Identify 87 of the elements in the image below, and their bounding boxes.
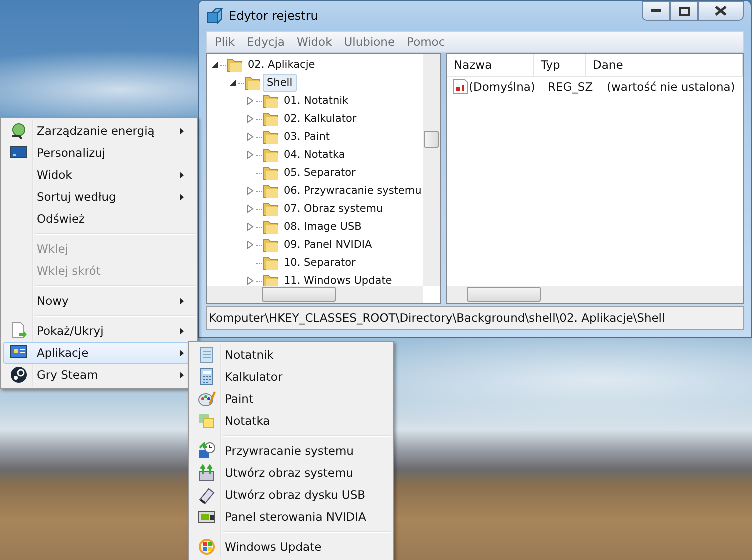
submenu-arrow-icon [180,372,184,378]
collapse-arrow-icon [211,61,219,69]
menu-item[interactable]: Odśwież [3,208,195,230]
folder-icon [263,129,279,145]
folder-icon [263,111,279,127]
menu-item[interactable]: Plik [215,35,235,49]
palette-icon [198,390,216,408]
tree-item[interactable]: 07. Obraz systemu [281,201,386,217]
menu-item[interactable]: Pokaż/Ukryj [3,320,195,342]
folder-icon [263,165,279,181]
value-name[interactable]: (Domyślna) [469,80,536,94]
folder-icon [263,201,279,217]
folder-icon [263,147,279,163]
menu-item[interactable]: Panel sterowania NVIDIA [191,506,391,528]
tree-item[interactable]: 06. Przywracanie systemu [281,183,425,199]
calculator-icon [198,368,216,386]
submenu-arrow-icon [180,128,184,134]
submenu-arrow-icon [180,194,184,200]
horizontal-scrollbar[interactable] [207,286,423,303]
folder-icon [263,219,279,235]
horizontal-scrollbar[interactable] [447,286,743,303]
folder-icon [245,75,261,91]
column-header[interactable]: Typ [534,54,586,76]
expand-arrow-icon [247,97,255,105]
menu-item[interactable]: Ulubione [344,35,396,49]
clock-restore-icon [198,442,216,460]
minimize-button[interactable] [642,1,670,21]
menu-item[interactable]: Notatka [191,410,391,432]
tree-item[interactable]: 08. Image USB [281,219,365,235]
notepad-icon [198,346,216,364]
document-arrow-icon [10,322,28,340]
menu-item[interactable]: Pomoc [407,35,446,49]
tree-item[interactable]: 10. Separator [281,255,359,271]
menu-item[interactable]: Sortuj według [3,186,195,208]
tree-item[interactable]: 04. Notatka [281,147,348,163]
folder-icon [263,93,279,109]
value-data: (wartość nie ustalona) [606,80,736,94]
submenu-arrow-icon [180,350,184,356]
menu-item[interactable]: Windows Update [191,536,391,558]
expand-arrow-icon [247,187,255,195]
vertical-scrollbar[interactable] [423,54,440,286]
value-type: REG_SZ [547,80,594,94]
tree-item[interactable]: 11. Windows Update [281,273,396,289]
close-icon [715,6,727,16]
expand-arrow-icon [247,205,255,213]
menu-item[interactable]: Widok [296,35,332,49]
folder-icon [263,255,279,271]
expand-arrow-icon [247,115,255,123]
maximize-button[interactable] [670,1,698,21]
tree-item[interactable]: 03. Paint [281,129,334,145]
menu-item[interactable]: Utwórz obraz systemu [191,462,391,484]
menu-item[interactable]: Paint [191,388,391,410]
menu-item[interactable]: Nowy [3,290,195,312]
folder-icon [263,237,279,253]
tree-item[interactable]: 02. Kalkulator [281,111,360,127]
expand-arrow-icon [247,223,255,231]
column-header[interactable]: Dane [586,54,743,76]
tree-item[interactable]: Shell [263,74,297,92]
tree-item[interactable]: 05. Separator [281,165,359,181]
close-button[interactable] [698,1,744,21]
sticky-note-icon [198,412,216,430]
expand-arrow-icon [247,241,255,249]
menu-item[interactable]: Personalizuj [3,142,195,164]
folder-icon [227,57,243,73]
minimize-icon [651,9,661,13]
submenu-arrow-icon [180,172,184,178]
menu-item[interactable]: Zarządzanie energią [3,120,195,142]
collapse-arrow-icon [229,79,237,87]
expand-arrow-icon [247,277,255,285]
usb-drive-icon [198,486,216,504]
maximize-icon [678,6,690,16]
menu-item[interactable]: Przywracanie systemu [191,440,391,462]
submenu-arrow-icon [180,298,184,304]
column-header[interactable]: Nazwa [447,54,534,76]
expand-arrow-icon [247,151,255,159]
menu-item[interactable]: Utwórz obraz dysku USB [191,484,391,506]
submenu-arrow-icon [180,328,184,334]
folder-icon [263,183,279,199]
tree-item[interactable]: 02. Aplikacje [245,57,318,73]
expand-arrow-icon [247,133,255,141]
menu-item[interactable]: Widok [3,164,195,186]
window-title: Edytor rejestru [229,9,318,23]
menu-item[interactable]: Edycja [247,35,285,49]
tree-item[interactable]: 01. Notatnik [281,93,352,109]
status-bar: Komputer\HKEY_CLASSES_ROOT\Directory\Background\shell\02. Aplikacje\Shell [206,306,744,330]
menu-item[interactable]: Kalkulator [191,366,391,388]
tree-item[interactable]: 09. Panel NVIDIA [281,237,376,253]
